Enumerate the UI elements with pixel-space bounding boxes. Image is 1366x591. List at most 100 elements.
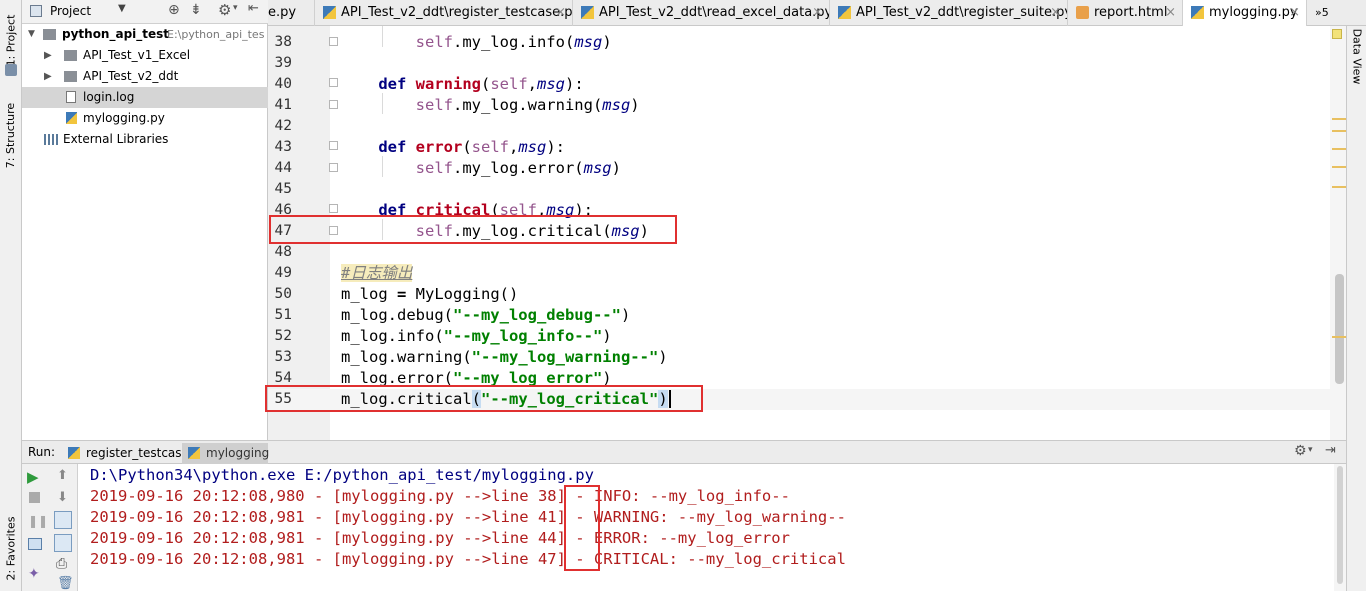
scrollbar-thumb[interactable] (1335, 274, 1344, 384)
fold-start-icon[interactable] (329, 78, 338, 87)
right-tool-strip: Data View (1346, 26, 1366, 591)
more-tabs-button[interactable]: »5 (1307, 0, 1347, 26)
pin-tab-icon[interactable]: ✦ (28, 566, 40, 582)
warning-marker[interactable] (1332, 336, 1346, 338)
editor-scrollbar[interactable] (1330, 26, 1346, 440)
line-number: 38 (274, 34, 292, 50)
settings-gear-icon[interactable]: ⚙ (218, 1, 231, 19)
print-icon[interactable]: ⎙ (56, 556, 67, 572)
tab-label: mylogging.py (1209, 5, 1298, 20)
python-file-icon (1191, 6, 1204, 19)
fold-end-icon[interactable] (329, 100, 338, 109)
scroll-to-end-icon[interactable] (54, 534, 72, 552)
tree-item-login-log[interactable]: login.log (22, 87, 268, 108)
close-icon[interactable]: × (1289, 0, 1300, 25)
collapsed-chevron-icon[interactable]: ▶ (44, 66, 52, 87)
line-number: 48 (274, 244, 292, 260)
structure-tool-tab-label: 7: Structure (4, 102, 18, 168)
analysis-status-icon[interactable] (1332, 29, 1342, 39)
python-run-icon (68, 447, 80, 459)
warning-marker[interactable] (1332, 166, 1346, 168)
tree-item-external-libraries[interactable]: External Libraries (22, 129, 268, 150)
library-icon (44, 134, 58, 145)
run-settings-chevron-icon[interactable]: ▾ (1308, 445, 1313, 455)
project-view-label[interactable]: Project (50, 4, 91, 18)
warning-marker[interactable] (1332, 148, 1346, 150)
tree-item-api-test-v1[interactable]: ▶ API_Test_v1_Excel (22, 45, 268, 66)
dump-threads-icon[interactable] (28, 538, 42, 550)
fold-start-icon[interactable] (329, 141, 338, 150)
line-number: 44 (274, 160, 292, 176)
tab-read-excel-data[interactable]: API_Test_v2_ddt\read_excel_data.py × (573, 0, 830, 26)
code-line: def warning(self,msg): (378, 75, 584, 93)
run-toolbar: ▶ ❚❚ ✦ ⬆ ⬇ ⎙ 🗑 (22, 464, 78, 591)
left-tool-strip: 1: Project 7: Structure 2: Favorites (0, 0, 22, 591)
warning-marker[interactable] (1332, 118, 1346, 120)
tree-item-api-test-v2[interactable]: ▶ API_Test_v2_ddt (22, 66, 268, 87)
data-view-tool-tab[interactable]: Data View (1347, 26, 1366, 86)
soft-wrap-icon[interactable] (54, 511, 72, 529)
expanded-chevron-icon[interactable]: ▼ (28, 24, 35, 45)
run-tab-mylogging[interactable]: mylogging (182, 443, 269, 465)
hide-run-panel-icon[interactable]: ⇥ (1325, 443, 1336, 458)
pause-icon[interactable]: ❚❚ (28, 514, 48, 528)
line-number: 53 (274, 349, 292, 365)
close-icon[interactable]: × (555, 0, 566, 25)
code-editor[interactable]: 38 39 40 41 42 43 44 45 46 47 48 49 50 5… (265, 26, 1346, 440)
fold-start-icon[interactable] (329, 204, 338, 213)
tab-register-testcase[interactable]: API_Test_v2_ddt\register_testcase.py × (315, 0, 573, 26)
close-icon[interactable]: × (812, 0, 823, 25)
warning-marker[interactable] (1332, 130, 1346, 132)
rerun-icon[interactable]: ▶ (27, 468, 39, 486)
editor-tab-bar: e.py API_Test_v2_ddt\register_testcase.p… (268, 0, 1366, 27)
up-arrow-icon[interactable]: ⬆ (57, 468, 68, 483)
tab-label: e.py (268, 5, 297, 20)
structure-tool-tab[interactable]: 7: Structure (0, 90, 22, 180)
more-tabs-label: »5 (1315, 6, 1329, 19)
run-panel-header: Run: register_testcase mylogging ⚙ ▾ ⇥ (22, 440, 1346, 465)
tab-mylogging[interactable]: mylogging.py × (1183, 0, 1307, 27)
code-line: #日志输出 (341, 264, 413, 282)
python-run-icon (188, 447, 200, 459)
python-file-icon (838, 6, 851, 19)
close-icon[interactable]: × (1050, 0, 1061, 25)
collapsed-chevron-icon[interactable]: ▶ (44, 45, 52, 66)
console-log-line: 2019-09-16 20:12:08,981 - [mylogging.py … (90, 508, 846, 526)
console-scrollbar-thumb[interactable] (1337, 466, 1343, 584)
run-settings-gear-icon[interactable]: ⚙ (1294, 443, 1307, 459)
line-number: 50 (274, 286, 292, 302)
project-panel: Project ▼ ⊕ ⇟ ⚙ ▾ ⇤ ▼ python_api_test E:… (22, 0, 268, 440)
close-icon[interactable]: × (1165, 0, 1176, 25)
tab-report-html[interactable]: report.html × (1068, 0, 1183, 26)
favorites-tool-tab[interactable]: 2: Favorites (0, 505, 22, 591)
view-dropdown-chevron-icon[interactable]: ▼ (118, 3, 126, 14)
run-tab-register-testcase[interactable]: register_testcase (62, 443, 189, 465)
tree-item-label: API_Test_v1_Excel (83, 48, 191, 62)
scroll-from-source-icon[interactable]: ⊕ (168, 2, 180, 18)
collapse-all-icon[interactable]: ⇟ (190, 2, 202, 18)
python-file-icon (66, 112, 77, 124)
settings-chevron-icon[interactable]: ▾ (233, 3, 238, 13)
trash-icon[interactable]: 🗑 (57, 576, 74, 591)
tab-e-py[interactable]: e.py (268, 0, 315, 26)
code-line: m_log.info("--my_log_info--") (341, 327, 612, 345)
tab-register-suite[interactable]: API_Test_v2_ddt\register_suite.py × (830, 0, 1068, 26)
tree-item-mylogging[interactable]: mylogging.py (22, 108, 268, 129)
line-number: 39 (274, 55, 292, 71)
run-console[interactable]: D:\Python34\python.exe E:/python_api_tes… (78, 464, 1334, 591)
run-tab-label: register_testcase (86, 446, 189, 460)
tree-item-python-api-test[interactable]: ▼ python_api_test E:\python_api_tes (22, 24, 268, 45)
line-number: 43 (274, 139, 292, 155)
fold-end-icon[interactable] (329, 163, 338, 172)
stop-icon[interactable] (29, 492, 40, 503)
down-arrow-icon[interactable]: ⬇ (57, 490, 68, 505)
code-line: m_log.debug("--my_log_debug--") (341, 306, 631, 324)
fold-end-icon[interactable] (329, 37, 338, 46)
warning-marker[interactable] (1332, 186, 1346, 188)
console-scrollbar[interactable] (1334, 464, 1346, 591)
hide-panel-icon[interactable]: ⇤ (248, 1, 259, 16)
line-number: 41 (274, 97, 292, 113)
tree-item-label: mylogging.py (83, 111, 165, 125)
tab-label: API_Test_v2_ddt\register_suite.py (856, 5, 1068, 20)
tree-item-label: API_Test_v2_ddt (83, 69, 179, 83)
